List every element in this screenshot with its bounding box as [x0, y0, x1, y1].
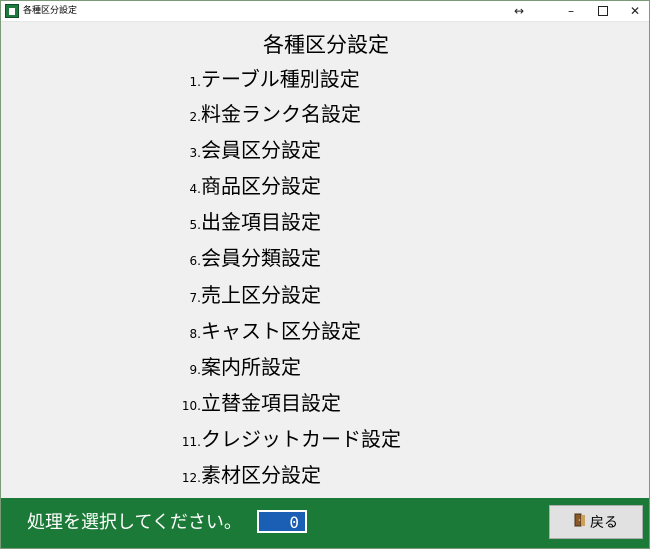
- menu-item-number: 7.: [189, 291, 201, 305]
- menu-item-number: 12.: [181, 471, 201, 485]
- menu-item-label: 商品区分設定: [201, 174, 321, 198]
- minimize-button[interactable]: –: [553, 1, 589, 21]
- menu-item-sales-class[interactable]: 7. 売上区分設定: [171, 279, 321, 311]
- app-icon: [5, 4, 19, 18]
- menu-item-label: 会員分類設定: [201, 246, 321, 270]
- selection-prompt: 処理を選択してください。: [27, 512, 242, 533]
- close-button[interactable]: ✕: [617, 1, 650, 21]
- menu-item-label: 立替金項目設定: [201, 391, 341, 415]
- maximize-icon: [598, 6, 608, 16]
- menu-item-number: 6.: [189, 254, 201, 268]
- menu-item-price-rank[interactable]: 2. 料金ランク名設定: [171, 98, 361, 130]
- page-title: 各種区分設定: [263, 33, 389, 57]
- menu-item-information-desk[interactable]: 9. 案内所設定: [171, 351, 301, 383]
- menu-item-number: 4.: [189, 182, 201, 196]
- menu-item-credit-card[interactable]: 11. クレジットカード設定: [171, 423, 401, 455]
- menu-item-number: 3.: [189, 146, 201, 160]
- menu-item-number: 10.: [181, 399, 201, 413]
- menu-item-label: クレジットカード設定: [201, 427, 401, 451]
- door-exit-icon: [574, 513, 586, 531]
- menu-item-label: キャスト区分設定: [201, 319, 361, 343]
- footer-bar: 処理を選択してください。 0 戻る: [1, 498, 649, 548]
- menu-item-number: 2.: [189, 110, 201, 124]
- resize-icon[interactable]: ↔: [501, 1, 537, 21]
- menu-item-label: 売上区分設定: [201, 283, 321, 307]
- menu-item-label: 案内所設定: [201, 355, 301, 379]
- back-button[interactable]: 戻る: [549, 505, 643, 539]
- maximize-button[interactable]: [585, 1, 621, 21]
- menu-item-label: 会員区分設定: [201, 138, 321, 162]
- window-title: 各種区分設定: [23, 6, 78, 16]
- menu-item-payout-item[interactable]: 5. 出金項目設定: [171, 206, 321, 238]
- title-bar: 各種区分設定 ↔ – ✕: [1, 1, 649, 22]
- menu-item-label: 出金項目設定: [201, 210, 321, 234]
- menu-item-cast-class[interactable]: 8. キャスト区分設定: [171, 315, 361, 347]
- menu-item-label: テーブル種別設定: [201, 67, 360, 91]
- menu-item-product-class[interactable]: 4. 商品区分設定: [171, 170, 321, 202]
- menu-item-number: 1.: [189, 75, 201, 89]
- menu-item-number: 8.: [189, 327, 201, 341]
- menu-item-table-type[interactable]: 1. テーブル種別設定: [171, 63, 360, 95]
- back-button-label: 戻る: [590, 515, 618, 531]
- menu-item-member-class[interactable]: 3. 会員区分設定: [171, 134, 321, 166]
- main-window: 各種区分設定 ↔ – ✕ 各種区分設定 1. テーブル種別設定 2. 料金ランク…: [0, 0, 650, 549]
- menu-item-label: 料金ランク名設定: [201, 102, 361, 126]
- selection-input[interactable]: 0: [257, 510, 307, 533]
- menu-item-material-class[interactable]: 12. 素材区分設定: [171, 459, 321, 491]
- menu-item-advance-item[interactable]: 10. 立替金項目設定: [171, 387, 341, 419]
- menu-item-number: 9.: [189, 363, 201, 377]
- menu-item-number: 5.: [189, 218, 201, 232]
- menu-item-member-category[interactable]: 6. 会員分類設定: [171, 242, 321, 274]
- menu-item-label: 素材区分設定: [201, 463, 321, 487]
- menu-item-number: 11.: [181, 435, 201, 449]
